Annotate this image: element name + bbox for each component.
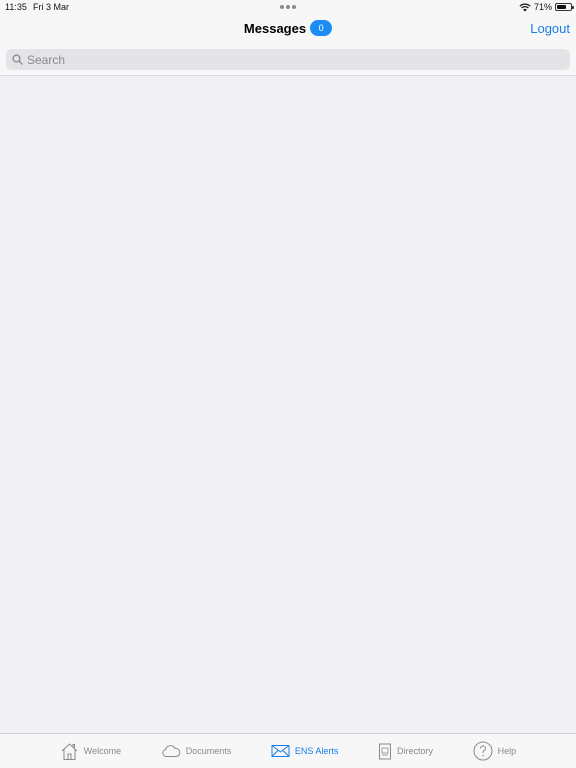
messages-list[interactable] bbox=[0, 76, 576, 733]
wifi-icon bbox=[519, 3, 531, 12]
tab-label: Directory bbox=[397, 746, 434, 756]
battery-percent: 71% bbox=[533, 2, 552, 12]
tab-directory[interactable]: Directory bbox=[378, 743, 433, 760]
envelope-icon bbox=[271, 744, 290, 758]
tab-label: Documents bbox=[185, 746, 232, 756]
nav-bar: Messages 0 Logout bbox=[0, 14, 576, 44]
tab-welcome[interactable]: Welcome bbox=[60, 742, 121, 761]
question-icon bbox=[473, 741, 493, 761]
status-indicators: 71% bbox=[519, 1, 574, 13]
tab-ens-alerts[interactable]: ENS Alerts bbox=[271, 744, 339, 758]
search-input[interactable] bbox=[27, 52, 557, 67]
status-time: 11:35 bbox=[5, 2, 27, 12]
cloud-icon bbox=[161, 744, 181, 758]
battery-fill bbox=[557, 5, 567, 9]
document-icon bbox=[378, 743, 392, 760]
tab-help[interactable]: Help bbox=[473, 741, 517, 761]
battery-icon bbox=[555, 3, 574, 11]
house-icon bbox=[60, 742, 79, 761]
page-title: Messages bbox=[243, 20, 307, 36]
search-bar[interactable] bbox=[6, 49, 570, 70]
app-screen: 11:35 Fri 3 Mar 71% Messages 0 Logout Se… bbox=[0, 0, 576, 768]
tab-label: Help bbox=[497, 746, 517, 756]
status-date: Fri 3 Mar bbox=[33, 2, 69, 12]
tab-label: Welcome bbox=[83, 746, 122, 756]
nav-title-group: Messages 0 bbox=[0, 20, 576, 36]
search-icon bbox=[12, 54, 23, 65]
tab-bar: Welcome Documents ENS Alerts Directory H… bbox=[0, 733, 576, 768]
logout-button[interactable]: Logout bbox=[530, 21, 570, 36]
tab-label: ENS Alerts bbox=[294, 746, 339, 756]
multitasking-dots-icon[interactable] bbox=[280, 5, 296, 9]
tab-documents[interactable]: Documents bbox=[161, 744, 232, 758]
status-bar: 11:35 Fri 3 Mar 71% bbox=[0, 0, 576, 14]
message-count-badge: 0 bbox=[310, 20, 333, 36]
